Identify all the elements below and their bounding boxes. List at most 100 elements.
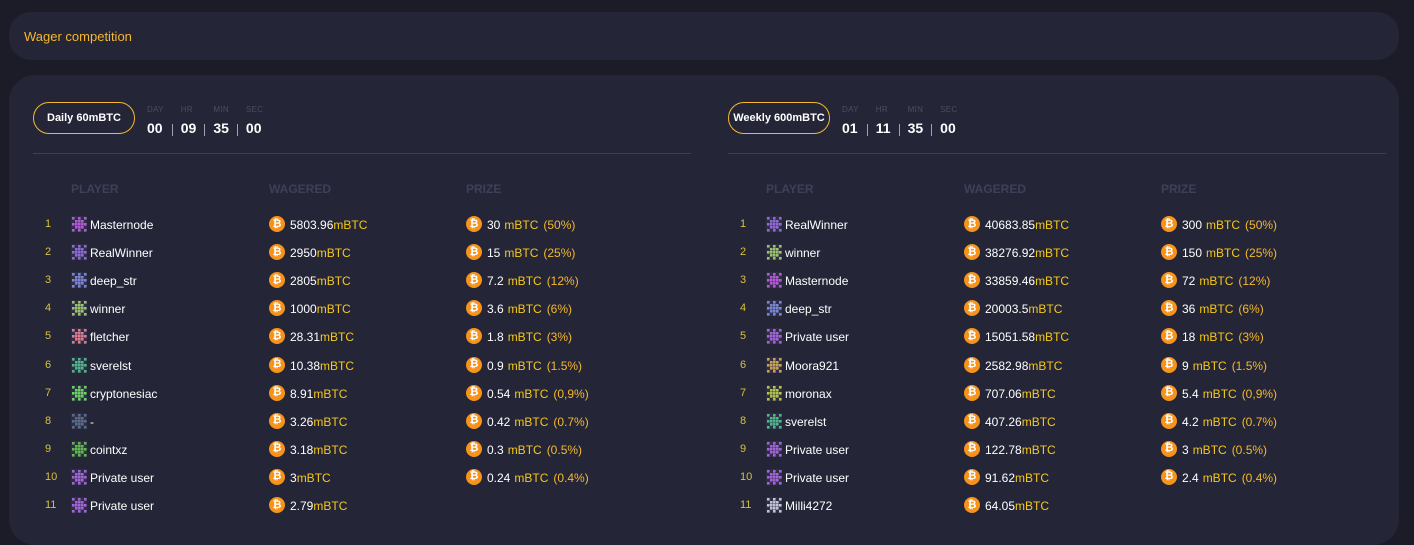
leaderboard-row: 9 Private user ₿ 122.78mBTC ₿ 3 mBTC (0.5%) (728, 440, 1386, 460)
prize-percent: (0.7%) (553, 414, 589, 429)
rank-number: 2 (740, 246, 747, 259)
wagered-unit: mBTC (316, 302, 351, 317)
timer-unit-label: SEC (245, 105, 264, 114)
player-name[interactable]: Masternode (785, 274, 848, 288)
prize-value: 3.6 (487, 302, 504, 317)
prize-percent: (0.4%) (1241, 470, 1278, 485)
player-name[interactable]: winner (90, 302, 125, 316)
avatar-icon (766, 440, 782, 457)
avatar-icon (71, 497, 87, 513)
prize-amount: 0.42 mBTC (0.7%) (487, 415, 589, 429)
wagered-value: 5803.96 (290, 218, 334, 232)
wagered-unit: mBTC (1015, 470, 1050, 485)
competition-tab-daily[interactable]: Daily 60mBTC (33, 102, 135, 134)
player-name[interactable]: Private user (90, 499, 154, 513)
timer-unit-label: HR (180, 105, 193, 114)
prize-value: 0.24 (487, 470, 511, 485)
bitcoin-icon: ₿ (269, 328, 285, 345)
bitcoin-icon: ₿ (269, 497, 285, 513)
player-name[interactable]: moronax (785, 387, 832, 401)
wagered-value: 3.26 (290, 414, 314, 429)
wagered-value: 8.91 (290, 386, 314, 401)
wagered-amount: 10.38mBTC (290, 359, 354, 373)
avatar-icon (71, 440, 87, 457)
prize-unit: mBTC (507, 358, 542, 373)
rank-number: 11 (45, 499, 57, 511)
bitcoin-icon: ₿ (964, 244, 980, 261)
rank-number: 2 (45, 246, 52, 259)
bitcoin-icon: ₿ (1161, 300, 1177, 317)
prize-value: 3 (1182, 442, 1189, 457)
wagered-unit: mBTC (1028, 302, 1063, 317)
timer-unit-value: 09 (180, 120, 197, 136)
rank-number: 10 (45, 470, 58, 483)
wagered-amount: 15051.58mBTC (985, 330, 1069, 344)
player-name[interactable]: Private user (785, 471, 849, 485)
player-name[interactable]: RealWinner (785, 218, 848, 232)
player-name[interactable]: cryptonesiac (90, 387, 157, 401)
bitcoin-icon: ₿ (1161, 468, 1177, 485)
column-header-wagered: WAGERED (964, 182, 1027, 196)
prize-value: 2.4 (1182, 470, 1199, 485)
wagered-value: 2950 (290, 246, 317, 261)
wagered-unit: mBTC (1035, 218, 1070, 232)
prize-unit: mBTC (504, 218, 539, 232)
prize-unit: mBTC (504, 246, 539, 261)
wagered-value: 707.06 (985, 386, 1022, 401)
prize-amount: 36 mBTC (6%) (1182, 302, 1264, 316)
player-name[interactable]: Private user (90, 471, 154, 485)
timer-hr: HR 11 (876, 104, 891, 136)
player-name[interactable]: winner (785, 246, 820, 260)
prize-unit: mBTC (1192, 442, 1227, 457)
bitcoin-icon: ₿ (1161, 356, 1177, 373)
prize-amount: 18 mBTC (3%) (1182, 330, 1264, 344)
wagered-amount: 3.18mBTC (290, 443, 347, 457)
player-name[interactable]: - (90, 415, 94, 429)
player-name[interactable]: Private user (785, 443, 849, 457)
bitcoin-icon: ₿ (466, 468, 482, 485)
prize-unit: mBTC (507, 302, 542, 317)
wagered-value: 40683.85 (985, 218, 1036, 232)
rank-number: 11 (740, 499, 752, 511)
player-name[interactable]: deep_str (90, 274, 137, 288)
player-name[interactable]: cointxz (90, 443, 127, 457)
leaderboard-row: 4 winner ₿ 1000mBTC ₿ 3.6 mBTC (6%) (33, 299, 691, 319)
prize-amount: 0.24 mBTC (0.4%) (487, 471, 589, 485)
wagered-value: 3 (290, 470, 297, 485)
wagered-amount: 40683.85mBTC (985, 218, 1069, 232)
wagered-value: 33859.46 (985, 274, 1036, 289)
timer-separator (898, 124, 900, 136)
rank-number: 5 (45, 330, 52, 343)
player-name[interactable]: Moora921 (785, 359, 839, 373)
prize-value: 0.3 (487, 442, 504, 457)
leaderboard-row: 2 RealWinner ₿ 2950mBTC ₿ 15 mBTC (25%) (33, 243, 691, 263)
wagered-value: 1000 (290, 302, 317, 317)
leaderboard-row: 10 Private user ₿ 91.62mBTC ₿ 2.4 mBTC (0.4%) (728, 468, 1386, 488)
player-name[interactable]: RealWinner (90, 246, 153, 260)
wagered-value: 10.38 (290, 358, 321, 373)
competition-panel: Daily 60mBTC DAY 00 HR 09 MIN 35 SEC 00 PLAYER WAG… (9, 75, 1399, 545)
bitcoin-icon: ₿ (964, 216, 980, 232)
avatar-icon (71, 216, 87, 232)
prize-unit: mBTC (1202, 386, 1237, 401)
avatar-icon (71, 244, 87, 261)
leaderboard-row: 4 deep_str ₿ 20003.5mBTC ₿ 36 mBTC (6%) (728, 299, 1386, 319)
player-name[interactable]: Milli4272 (785, 499, 832, 513)
prize-percent: (0.7%) (1241, 414, 1278, 429)
timer-separator (866, 124, 868, 136)
prize-unit: mBTC (514, 470, 549, 485)
timer-unit-label: SEC (940, 105, 958, 114)
player-name[interactable]: fletcher (90, 330, 129, 344)
player-name[interactable]: deep_str (785, 302, 832, 316)
player-name[interactable]: Masternode (90, 218, 153, 232)
prize-percent: (1.5%) (546, 358, 583, 373)
prize-value: 18 (1182, 330, 1196, 345)
prize-value: 150 (1182, 246, 1203, 261)
player-name[interactable]: sverelst (90, 359, 131, 373)
page-title: Wager competition (24, 29, 132, 44)
competition-tab-weekly[interactable]: Weekly 600mBTC (728, 102, 830, 134)
player-name[interactable]: sverelst (785, 415, 826, 429)
player-name[interactable]: Private user (785, 330, 849, 344)
prize-percent: (0.5%) (1231, 442, 1268, 457)
prize-percent: (50%) (1245, 218, 1278, 232)
